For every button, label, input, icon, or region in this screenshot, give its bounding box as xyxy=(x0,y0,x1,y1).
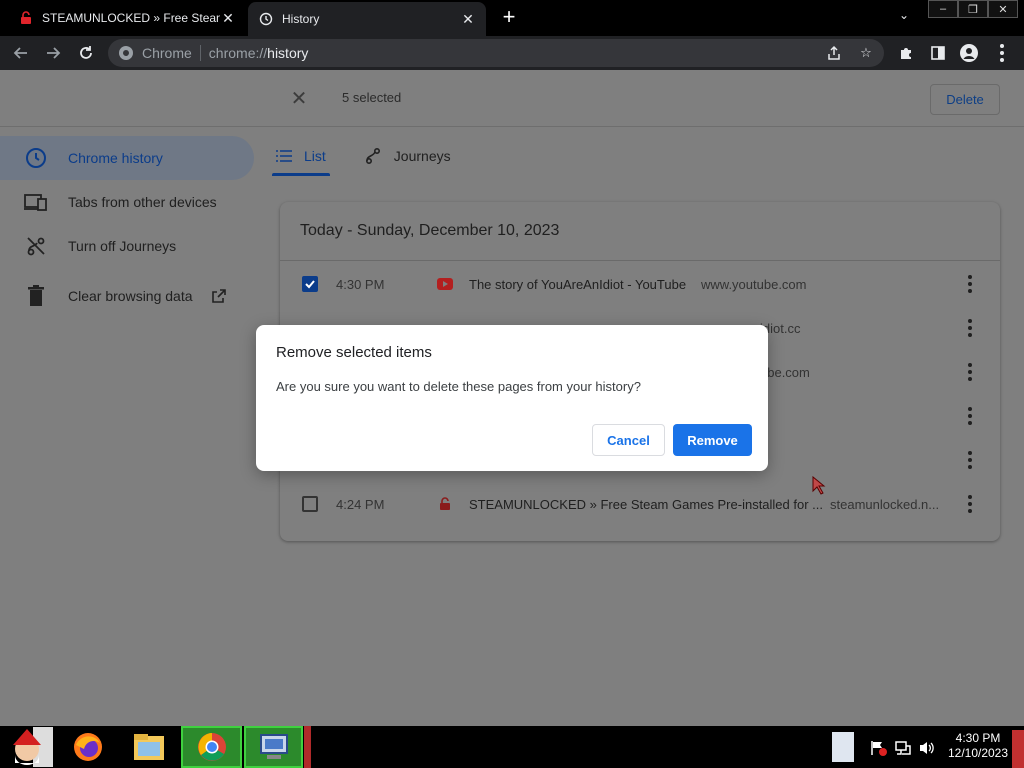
clock-time: 4:30 PM xyxy=(955,731,1001,745)
sidebar-item-label: Clear browsing data xyxy=(68,288,193,304)
window-controls: – ❐ ✕ xyxy=(928,0,1018,18)
clear-selection-icon[interactable]: ✕ xyxy=(290,89,308,109)
close-tab-icon[interactable]: ✕ xyxy=(220,10,236,26)
cancel-button[interactable]: Cancel xyxy=(592,424,665,456)
back-icon[interactable] xyxy=(10,42,32,64)
trash-icon xyxy=(24,284,48,308)
url-host: history xyxy=(267,45,309,61)
minimize-icon[interactable]: – xyxy=(928,0,958,18)
taskbar-divider xyxy=(304,726,311,768)
row-more-icon[interactable] xyxy=(960,492,980,516)
lock-icon xyxy=(437,496,453,512)
remove-button[interactable]: Remove xyxy=(673,424,752,456)
open-in-new-icon xyxy=(211,288,227,304)
firefox-icon[interactable] xyxy=(70,726,106,768)
row-more-icon[interactable] xyxy=(960,448,980,472)
action-center-flag-icon[interactable] xyxy=(870,740,890,756)
chrome-taskbar-icon[interactable] xyxy=(181,726,242,768)
show-desktop-button[interactable] xyxy=(1012,730,1024,768)
santa-icon[interactable] xyxy=(0,726,56,768)
side-panel-icon[interactable] xyxy=(927,42,949,64)
menu-kebab-icon[interactable] xyxy=(991,42,1013,64)
row-domain: steamunlocked.n... xyxy=(830,496,940,512)
keyboard-layout-icon[interactable] xyxy=(832,732,854,762)
sidebar-item-label: Tabs from other devices xyxy=(68,194,217,210)
taskbar-clock[interactable]: 4:30 PM 12/10/2023 xyxy=(944,731,1012,761)
remote-desktop-icon[interactable] xyxy=(244,726,303,768)
sidebar-item-label: Turn off Journeys xyxy=(68,238,177,254)
row-time: 4:24 PM xyxy=(336,496,385,512)
row-domain: www.youtube.com xyxy=(701,276,807,292)
address-bar[interactable]: Chrome chrome:// history xyxy=(108,39,884,67)
restore-icon[interactable]: ❐ xyxy=(958,0,988,18)
sidebar-item-clear-browsing-data[interactable]: Clear browsing data xyxy=(0,274,260,318)
tab-title: History xyxy=(282,12,320,26)
journeys-off-icon xyxy=(24,234,48,258)
close-window-icon[interactable]: ✕ xyxy=(988,0,1018,18)
divider xyxy=(199,45,201,61)
tab-search-icon[interactable]: ⌄ xyxy=(894,8,914,26)
new-tab-button[interactable]: + xyxy=(496,6,522,30)
youtube-icon xyxy=(437,276,453,292)
journeys-icon xyxy=(364,147,382,165)
row-more-icon[interactable] xyxy=(960,316,980,340)
selected-count: 5 selected xyxy=(342,90,402,105)
tab-steamunlocked[interactable]: STEAMUNLOCKED » Free Steam Games ✕ xyxy=(8,2,246,34)
site-chip: Chrome xyxy=(142,45,192,61)
clock-icon xyxy=(24,146,48,170)
bookmark-star-icon[interactable]: ☆ xyxy=(855,42,877,64)
mouse-cursor-icon xyxy=(812,475,826,496)
profile-avatar-icon[interactable] xyxy=(958,42,980,64)
row-time: 4:30 PM xyxy=(336,276,385,292)
tab-list[interactable]: List xyxy=(272,136,330,176)
row-checkbox[interactable] xyxy=(302,496,318,512)
lock-icon xyxy=(18,10,34,26)
forward-icon[interactable] xyxy=(42,42,64,64)
tab-label: List xyxy=(304,148,326,164)
clock-date: 12/10/2023 xyxy=(947,746,1009,760)
share-icon[interactable] xyxy=(823,42,845,64)
history-icon xyxy=(258,11,274,27)
dialog-message: Are you sure you want to delete these pa… xyxy=(276,379,641,394)
tab-journeys[interactable]: Journeys xyxy=(360,136,455,176)
tab-history[interactable]: History ✕ xyxy=(248,2,486,36)
history-row[interactable]: 4:30 PM The story of YouAreAnIdiot - You… xyxy=(280,262,1000,306)
selection-toolbar: ✕ 5 selected Delete xyxy=(0,70,1024,127)
reload-icon[interactable] xyxy=(75,42,97,64)
row-more-icon[interactable] xyxy=(960,404,980,428)
extensions-icon[interactable] xyxy=(895,42,917,64)
taskbar: 4:30 PM 12/10/2023 xyxy=(0,726,1024,768)
row-title[interactable]: STEAMUNLOCKED » Free Steam Games Pre-ins… xyxy=(469,497,823,512)
tab-label: Journeys xyxy=(393,148,451,164)
day-header: Today - Sunday, December 10, 2023 xyxy=(280,202,1000,261)
dialog-title: Remove selected items xyxy=(276,344,432,361)
sidebar-item-other-devices[interactable]: Tabs from other devices xyxy=(0,180,260,224)
history-row[interactable]: 4:24 PM STEAMUNLOCKED » Free Steam Games… xyxy=(280,482,1000,526)
row-title[interactable]: The story of YouAreAnIdiot - YouTube xyxy=(469,277,686,292)
title-bar: STEAMUNLOCKED » Free Steam Games ✕ Histo… xyxy=(0,0,1024,36)
remove-items-dialog: Remove selected items Are you sure you w… xyxy=(256,325,768,471)
devices-icon xyxy=(24,190,48,214)
sidebar-item-turn-off-journeys[interactable]: Turn off Journeys xyxy=(0,224,260,268)
row-more-icon[interactable] xyxy=(960,360,980,384)
sidebar: Chrome history Tabs from other devices T… xyxy=(0,136,260,318)
list-icon xyxy=(276,150,292,162)
row-more-icon[interactable] xyxy=(960,272,980,296)
delete-button[interactable]: Delete xyxy=(930,84,1000,115)
file-explorer-icon[interactable] xyxy=(130,726,168,768)
url-scheme: chrome:// xyxy=(208,45,268,61)
sidebar-item-label: Chrome history xyxy=(68,150,163,166)
chrome-logo-icon xyxy=(118,45,134,61)
history-tabs: List Journeys xyxy=(272,136,485,176)
network-icon[interactable] xyxy=(894,740,912,756)
tab-title: STEAMUNLOCKED » Free Steam Games xyxy=(42,11,220,25)
row-checkbox[interactable] xyxy=(302,276,318,292)
volume-icon[interactable] xyxy=(918,740,936,756)
sidebar-item-chrome-history[interactable]: Chrome history xyxy=(0,136,254,180)
close-tab-icon[interactable]: ✕ xyxy=(460,11,476,27)
